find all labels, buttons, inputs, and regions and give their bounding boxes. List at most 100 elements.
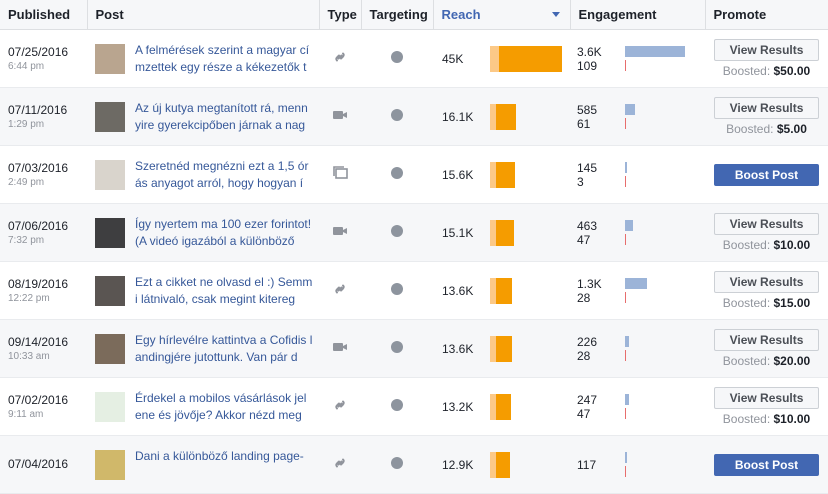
published-date: 07/04/2016 — [8, 456, 69, 471]
published-cell: 09/14/2016 10:33 am — [0, 319, 87, 378]
reach-value: 13.6K — [442, 341, 474, 356]
link-icon — [332, 397, 348, 413]
published-time: 12:22 pm — [8, 293, 50, 304]
boosted-label: Boosted: — [726, 122, 774, 136]
col-type[interactable]: Type — [319, 0, 362, 30]
post-cell[interactable]: Ezt a cikket ne olvasd el :) Semmi látni… — [87, 261, 319, 320]
post-cell[interactable]: Egy hírlevélre kattintva a Cofidis landi… — [87, 319, 319, 378]
published-date: 07/25/2016 — [8, 45, 69, 59]
engagement-bottom-value: 28 — [577, 348, 591, 363]
post-cell[interactable]: Dani a különböző landing page- — [87, 435, 319, 494]
published-time: 9:11 am — [8, 409, 44, 420]
col-targeting[interactable]: Targeting — [361, 0, 434, 30]
promote-cell: View Results Boosted: $10.00 — [705, 203, 828, 262]
reach-cell: 13.6K — [433, 261, 570, 320]
targeting-cell — [361, 261, 433, 320]
col-post[interactable]: Post — [87, 0, 320, 30]
col-engagement[interactable]: Engagement — [570, 0, 706, 30]
engagement-cell: 585 61 — [570, 87, 705, 146]
engagement-top-value: 3.6K — [577, 44, 602, 59]
post-link[interactable]: Szeretnéd megnézni ezt a 1,5 órás anyago… — [135, 158, 313, 192]
type-cell — [319, 377, 361, 436]
published-date: 08/19/2016 — [8, 277, 69, 291]
post-link[interactable]: Dani a különböző landing page- — [135, 448, 313, 482]
engagement-bottom-value: 3 — [577, 174, 584, 189]
posts-table: Published Post Type Targeting Reach Enga… — [0, 0, 828, 494]
col-reach-label: Reach — [441, 7, 481, 22]
reach-bar — [490, 45, 562, 72]
post-thumbnail[interactable] — [95, 391, 125, 422]
engagement-cell: 3.6K 109 — [570, 29, 705, 88]
post-thumbnail[interactable] — [95, 449, 125, 480]
post-link[interactable]: Így nyertem ma 100 ezer forintot! (A vid… — [135, 216, 313, 250]
table-row[interactable]: 09/14/2016 10:33 am Egy hírlevélre kattint… — [0, 319, 828, 378]
table-row[interactable]: 07/04/2016 Dani a különböző landing page-… — [0, 435, 828, 494]
post-thumbnail[interactable] — [95, 217, 125, 248]
post-thumbnail[interactable] — [95, 333, 125, 364]
post-thumbnail[interactable] — [95, 275, 125, 306]
post-thumbnail[interactable] — [95, 159, 125, 190]
post-link[interactable]: A felmérések szerint a magyar címzettek … — [135, 42, 313, 76]
post-link[interactable]: Az új kutya megtanított rá, mennyire gye… — [135, 100, 313, 134]
promote-cell: View Results Boosted: $15.00 — [705, 261, 828, 320]
boosted-label: Boosted: — [722, 238, 771, 252]
post-thumbnail[interactable] — [95, 101, 125, 132]
reach-cell: 15.1K — [433, 203, 570, 262]
globe-icon — [391, 457, 403, 469]
view-results-button[interactable]: View Results — [714, 39, 819, 61]
col-reach[interactable]: Reach — [433, 0, 571, 30]
targeting-cell — [361, 29, 433, 88]
table-row[interactable]: 07/03/2016 2:49 pm Szeretnéd megnézni ezt … — [0, 145, 828, 204]
view-results-button[interactable]: View Results — [714, 329, 819, 351]
engagement-bars — [625, 392, 689, 422]
published-time: 7:32 pm — [8, 235, 45, 246]
post-link[interactable]: Ezt a cikket ne olvasd el :) Semmi látni… — [135, 274, 313, 308]
boost-post-button[interactable]: Boost Post — [714, 163, 819, 186]
table-row[interactable]: 07/02/2016 9:11 am Érdekel a mobilos vásár… — [0, 377, 828, 436]
published-date: 07/11/2016 — [8, 103, 68, 117]
published-cell: 07/11/2016 1:29 pm — [0, 87, 87, 146]
published-date: 07/06/2016 — [8, 219, 69, 233]
globe-icon — [391, 283, 403, 295]
reach-bar — [490, 161, 562, 188]
boost-post-button[interactable]: Boost Post — [714, 453, 819, 476]
promote-cell: Boost Post — [705, 145, 828, 204]
post-cell[interactable]: Érdekel a mobilos vásárlások jelene és j… — [87, 377, 319, 436]
reach-value: 16.1K — [442, 109, 474, 124]
boosted-value: $10.00 — [773, 412, 811, 426]
table-row[interactable]: 07/25/2016 6:44 pm A felmérések szerint a … — [0, 29, 828, 88]
view-results-button[interactable]: View Results — [714, 387, 819, 409]
post-cell[interactable]: Így nyertem ma 100 ezer forintot! (A vid… — [87, 203, 319, 262]
boosted-value: $20.00 — [773, 354, 811, 368]
reach-cell: 45K — [433, 29, 570, 88]
col-published[interactable]: Published — [0, 0, 88, 30]
table-row[interactable]: 07/11/2016 1:29 pm Az új kutya megtanított… — [0, 87, 828, 146]
engagement-bars — [625, 44, 689, 74]
published-date: 07/02/2016 — [8, 393, 69, 407]
reach-bar — [490, 451, 562, 478]
type-cell — [319, 261, 361, 320]
reach-bar — [490, 277, 562, 304]
table-row[interactable]: 08/19/2016 12:22 pm Ezt a cikket ne olvasd… — [0, 261, 828, 320]
engagement-bottom-value: 109 — [577, 58, 598, 73]
view-results-button[interactable]: View Results — [714, 213, 819, 235]
view-results-button[interactable]: View Results — [714, 271, 819, 293]
published-date: 09/14/2016 — [8, 335, 69, 349]
post-link[interactable]: Egy hírlevélre kattintva a Cofidis landi… — [135, 332, 313, 366]
boosted-amount: Boosted: $50.00 — [705, 64, 828, 78]
type-cell — [319, 29, 361, 88]
reach-cell: 16.1K — [433, 87, 570, 146]
reach-cell: 12.9K — [433, 435, 570, 494]
post-thumbnail[interactable] — [95, 43, 125, 74]
post-link[interactable]: Érdekel a mobilos vásárlások jelene és j… — [135, 390, 313, 424]
engagement-bars — [625, 334, 689, 364]
post-cell[interactable]: Az új kutya megtanított rá, mennyire gye… — [87, 87, 319, 146]
view-results-button[interactable]: View Results — [714, 97, 819, 119]
engagement-bars — [625, 160, 689, 190]
post-cell[interactable]: Szeretnéd megnézni ezt a 1,5 órás anyago… — [87, 145, 319, 204]
table-row[interactable]: 07/06/2016 7:32 pm Így nyertem ma 100 ezer… — [0, 203, 828, 262]
post-cell[interactable]: A felmérések szerint a magyar címzettek … — [87, 29, 319, 88]
link-icon — [332, 455, 348, 471]
boosted-value: $10.00 — [773, 238, 811, 252]
reach-cell: 13.2K — [433, 377, 570, 436]
